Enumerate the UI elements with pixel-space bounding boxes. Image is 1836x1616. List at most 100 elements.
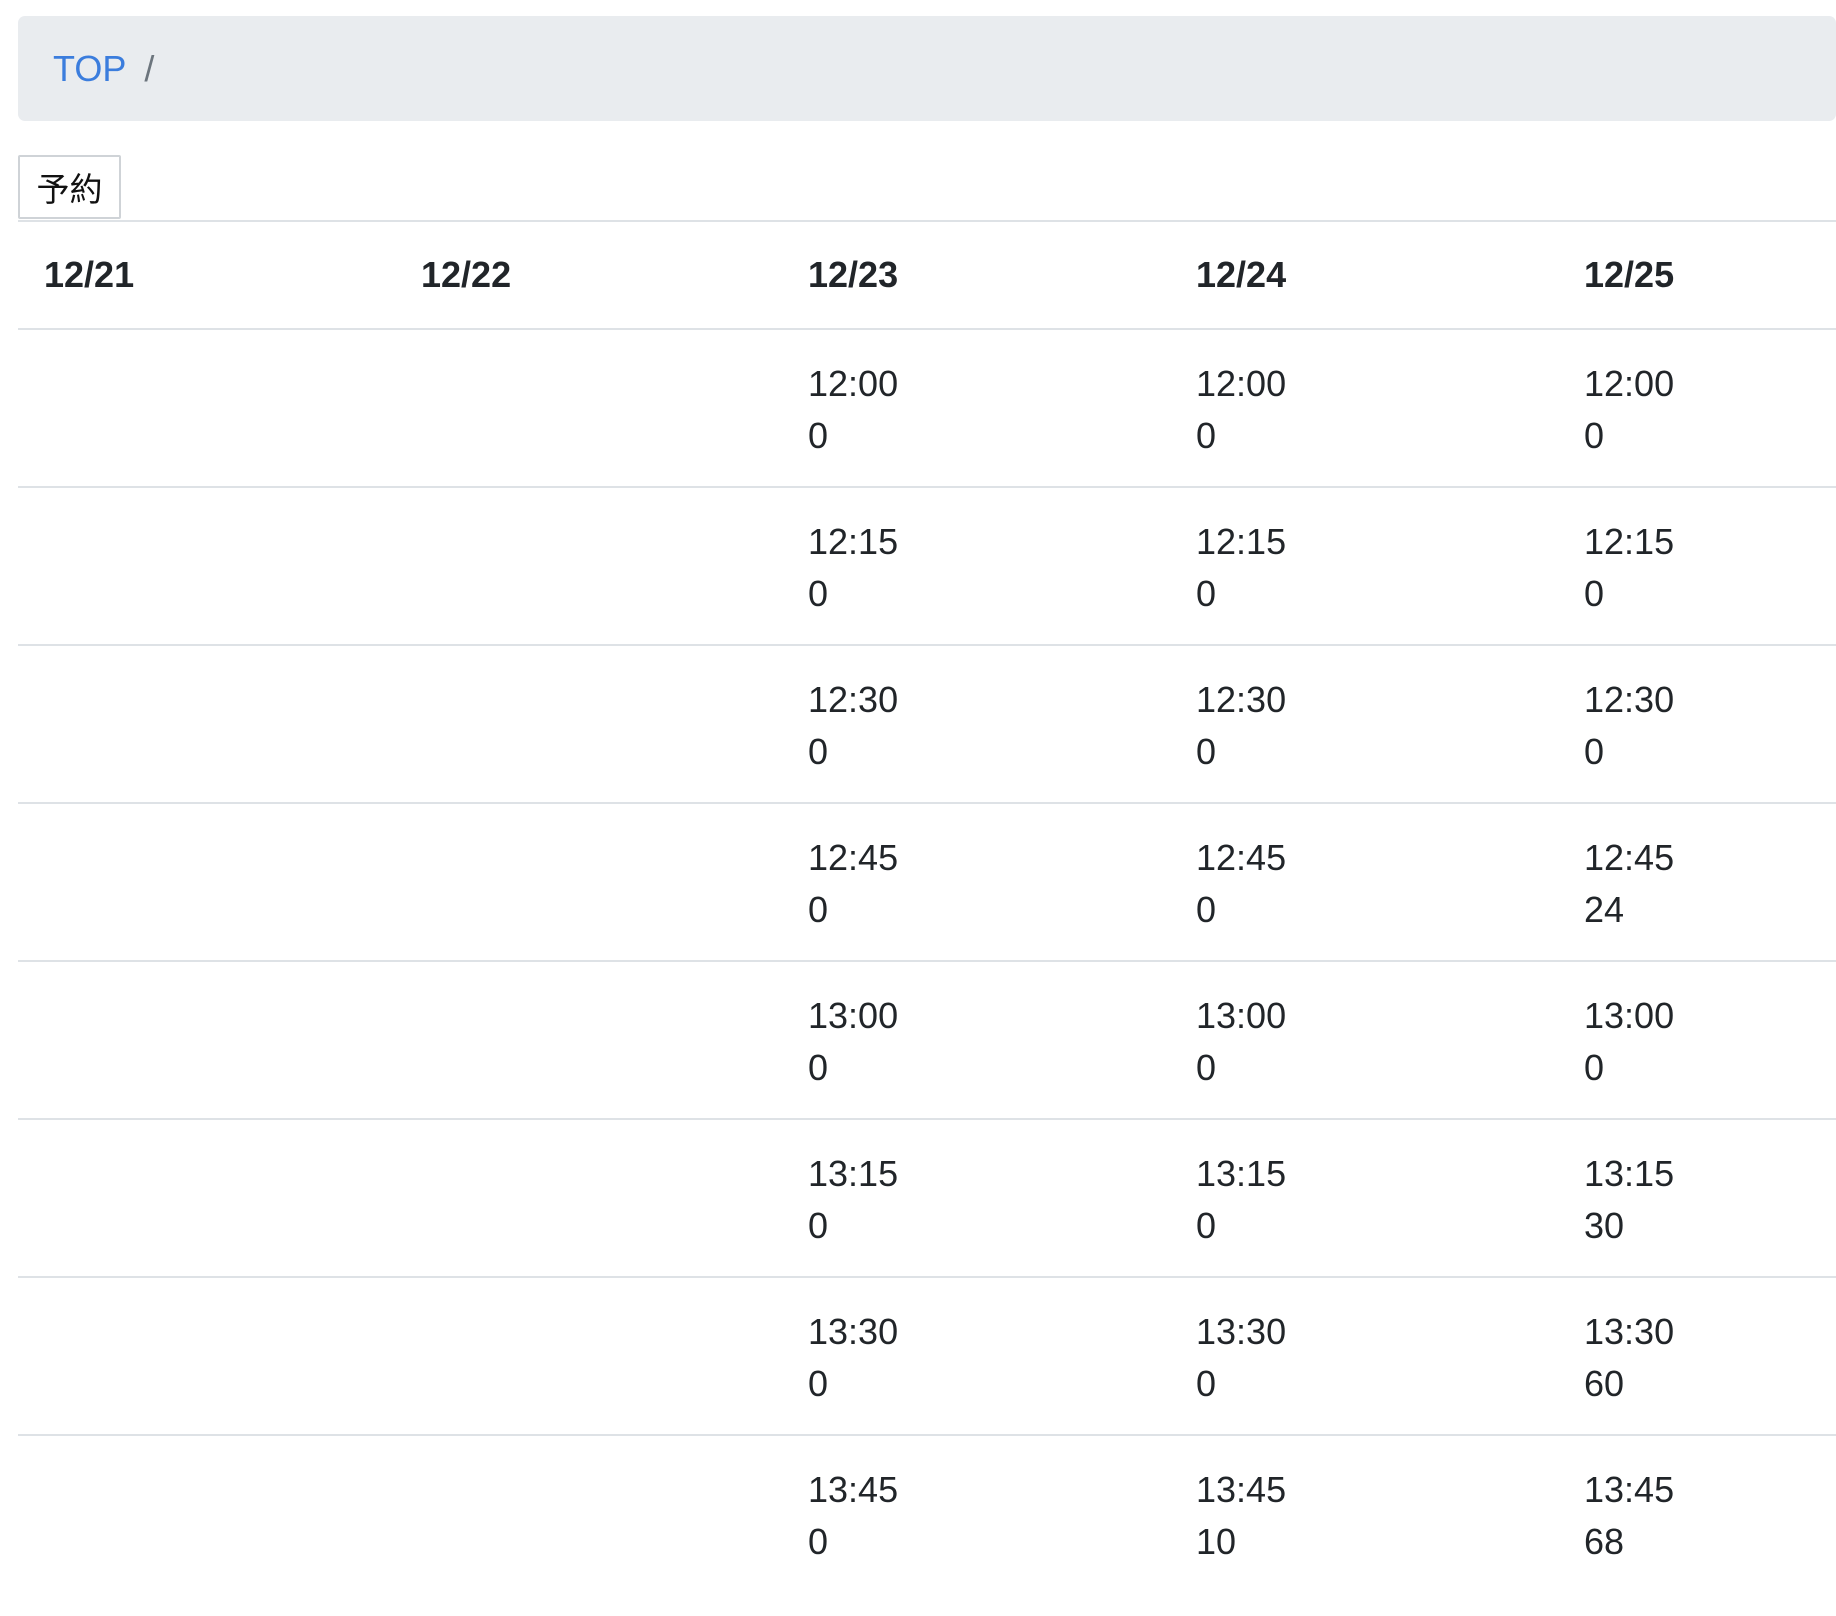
time-slot-cell: 12:30 0: [1164, 644, 1552, 803]
time-slot: 13:00 0: [1196, 962, 1552, 1094]
slot-count: 0: [808, 1205, 829, 1246]
time-slot: 12:15 0: [1196, 488, 1552, 620]
breadcrumb-separator: /: [144, 47, 155, 89]
slot-count: 0: [1196, 889, 1217, 930]
table-row: 12:00 0 12:00 0 12:00 0: [18, 328, 1836, 487]
schedule-table: 12/21 12/22 12/23 12/24 12/25 12:00 0 12:0…: [18, 220, 1836, 1592]
time-slot: 12:00 0: [808, 330, 1164, 462]
time-slot-cell: [389, 1118, 776, 1277]
time-slot-cell: [18, 644, 389, 803]
slot-count: 68: [1584, 1521, 1625, 1562]
slot-count: 0: [1584, 1047, 1605, 1088]
time-slot-cell: [389, 328, 776, 487]
time-slot-cell: 13:30 0: [776, 1276, 1164, 1435]
slot-time: 13:15: [1196, 1153, 1287, 1194]
slot-time: 13:30: [808, 1311, 899, 1352]
time-slot: 13:15 30: [1584, 1120, 1836, 1252]
time-slot: 12:45 24: [1584, 804, 1836, 936]
time-slot: 13:15 0: [808, 1120, 1164, 1252]
time-slot-cell: [18, 1118, 389, 1277]
time-slot: 13:45 68: [1584, 1436, 1836, 1568]
time-slot-cell: [389, 960, 776, 1119]
slot-time: 13:00: [1196, 995, 1287, 1036]
breadcrumb-link-top[interactable]: TOP: [53, 48, 126, 90]
time-slot-cell: [18, 1276, 389, 1435]
slot-count: 0: [1584, 415, 1605, 456]
slot-count: 10: [1196, 1521, 1237, 1562]
time-slot-cell: 12:15 0: [1552, 486, 1836, 645]
slot-count: 0: [1196, 415, 1217, 456]
time-slot: 13:30 60: [1584, 1278, 1836, 1410]
slot-count: 0: [808, 1521, 829, 1562]
time-slot-cell: 13:15 0: [776, 1118, 1164, 1277]
slot-time: 12:30: [1584, 679, 1675, 720]
time-slot-cell: [18, 960, 389, 1119]
table-row: 13:45 0 13:45 10 13:45 68: [18, 1434, 1836, 1592]
schedule-body: 12:00 0 12:00 0 12:00 0 12:15 0 12:15 0 12:15 0 12:3…: [18, 328, 1836, 1592]
time-slot-cell: 12:45 0: [776, 802, 1164, 961]
time-slot: 13:15 0: [1196, 1120, 1552, 1252]
time-slot: 12:00 0: [1196, 330, 1552, 462]
time-slot-cell: 13:30 0: [1164, 1276, 1552, 1435]
table-row: 12:30 0 12:30 0 12:30 0: [18, 644, 1836, 803]
breadcrumb: TOP /: [18, 16, 1836, 121]
time-slot: 12:30 0: [1196, 646, 1552, 778]
time-slot: 12:30 0: [1584, 646, 1836, 778]
table-row: 13:15 0 13:15 0 13:15 30: [18, 1118, 1836, 1277]
slot-count: 0: [1584, 573, 1605, 614]
time-slot-cell: [18, 328, 389, 487]
time-slot-cell: 12:00 0: [1164, 328, 1552, 487]
time-slot: 12:30 0: [808, 646, 1164, 778]
slot-time: 12:15: [1196, 521, 1287, 562]
time-slot: 13:00 0: [1584, 962, 1836, 1094]
slot-time: 12:45: [808, 837, 899, 878]
time-slot-cell: [389, 644, 776, 803]
slot-count: 0: [1196, 731, 1217, 772]
reserve-button[interactable]: 予約: [18, 155, 121, 219]
time-slot-cell: 12:30 0: [776, 644, 1164, 803]
table-row: 13:00 0 13:00 0 13:00 0: [18, 960, 1836, 1119]
slot-count: 24: [1584, 889, 1625, 930]
time-slot: 12:00 0: [1584, 330, 1836, 462]
date-header-row: 12/21 12/22 12/23 12/24 12/25: [18, 220, 1836, 329]
table-row: 12:15 0 12:15 0 12:15 0: [18, 486, 1836, 645]
slot-count: 0: [808, 731, 829, 772]
slot-time: 13:45: [808, 1469, 899, 1510]
date-header: 12/23: [776, 220, 1164, 329]
time-slot-cell: [389, 1434, 776, 1592]
slot-time: 13:00: [808, 995, 899, 1036]
time-slot: 12:45 0: [1196, 804, 1552, 936]
slot-time: 12:30: [808, 679, 899, 720]
slot-count: 0: [808, 1363, 829, 1404]
date-header: 12/21: [18, 220, 389, 329]
time-slot: 12:45 0: [808, 804, 1164, 936]
slot-time: 13:15: [1584, 1153, 1675, 1194]
time-slot-cell: 12:00 0: [1552, 328, 1836, 487]
slot-time: 13:15: [808, 1153, 899, 1194]
slot-time: 13:45: [1196, 1469, 1287, 1510]
slot-count: 0: [808, 1047, 829, 1088]
table-row: 13:30 0 13:30 0 13:30 60: [18, 1276, 1836, 1435]
slot-time: 13:30: [1584, 1311, 1675, 1352]
slot-time: 12:45: [1196, 837, 1287, 878]
time-slot: 13:30 0: [1196, 1278, 1552, 1410]
time-slot-cell: [18, 486, 389, 645]
slot-count: 30: [1584, 1205, 1625, 1246]
time-slot-cell: 13:15 0: [1164, 1118, 1552, 1277]
slot-time: 12:00: [808, 363, 899, 404]
time-slot-cell: 12:15 0: [776, 486, 1164, 645]
slot-time: 12:15: [808, 521, 899, 562]
slot-time: 12:00: [1584, 363, 1675, 404]
time-slot-cell: 12:30 0: [1552, 644, 1836, 803]
slot-count: 0: [808, 415, 829, 456]
slot-count: 0: [1196, 1205, 1217, 1246]
time-slot-cell: [18, 802, 389, 961]
slot-count: 0: [1584, 731, 1605, 772]
time-slot-cell: 13:45 0: [776, 1434, 1164, 1592]
date-header: 12/22: [389, 220, 776, 329]
time-slot-cell: 13:00 0: [1164, 960, 1552, 1119]
time-slot: 13:30 0: [808, 1278, 1164, 1410]
time-slot-cell: 13:00 0: [776, 960, 1164, 1119]
time-slot-cell: 12:45 0: [1164, 802, 1552, 961]
time-slot-cell: [389, 1276, 776, 1435]
